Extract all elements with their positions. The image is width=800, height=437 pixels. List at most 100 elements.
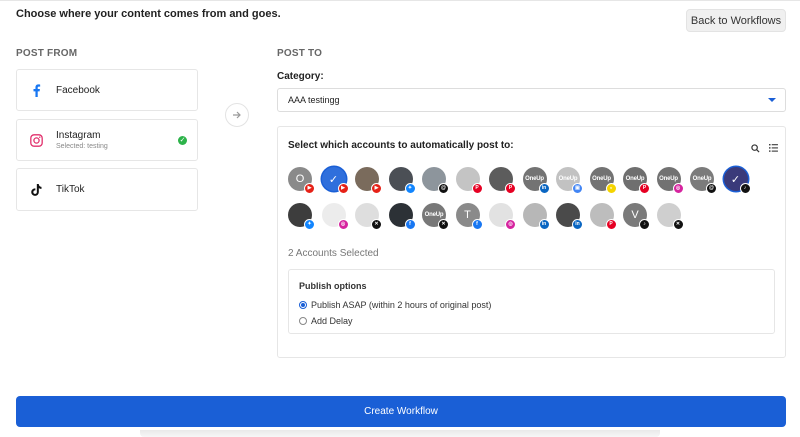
- account-initial: OneUp: [625, 176, 645, 182]
- page-instruction: Choose where your content comes from and…: [16, 8, 281, 20]
- threads-icon: @: [438, 183, 449, 194]
- facebook-icon: [29, 83, 43, 97]
- account-avatar[interactable]: P: [455, 167, 483, 194]
- account-initial: ✓: [730, 173, 741, 186]
- account-avatar[interactable]: in: [522, 203, 550, 230]
- account-initial: O: [295, 173, 305, 185]
- instagram-icon: ◎: [672, 183, 684, 194]
- account-avatar[interactable]: ◎: [489, 203, 516, 230]
- youtube-icon: ▶: [371, 183, 382, 194]
- gbusiness-icon: ▣: [572, 183, 583, 194]
- account-avatar[interactable]: Tf: [455, 203, 483, 230]
- account-avatar[interactable]: OneUp @: [690, 167, 717, 194]
- selected-count: 2 Accounts Selected: [288, 248, 379, 259]
- post-from-title: POST FROM: [16, 48, 78, 59]
- source-instagram[interactable]: Instagram Selected: testing ✓: [16, 119, 198, 161]
- account-initial: OneUp: [592, 176, 611, 182]
- account-initial: OneUp: [525, 176, 544, 182]
- account-avatar[interactable]: O ▶: [288, 167, 315, 194]
- search-icon[interactable]: [750, 143, 760, 153]
- tiktok-icon: ♪: [739, 183, 751, 194]
- check-icon: ✓: [178, 136, 187, 145]
- accounts-panel: Select which accounts to automatically p…: [277, 126, 786, 358]
- youtube-icon: ▶: [337, 183, 349, 194]
- account-avatar[interactable]: ✕: [656, 203, 684, 230]
- post-to-title: POST TO: [277, 48, 323, 59]
- publish-options-box: Publish options Publish ASAP (within 2 h…: [288, 269, 775, 334]
- source-name: Instagram: [56, 130, 101, 141]
- bluesky-icon: ✦: [404, 183, 416, 194]
- pinterest-icon: P: [639, 183, 650, 194]
- account-avatar[interactable]: OneUp P: [623, 167, 650, 194]
- source-selected-account: Selected: testing: [56, 143, 108, 150]
- account-avatar[interactable]: OneUp in: [522, 167, 550, 194]
- threads-icon: @: [706, 183, 717, 194]
- source-name: Facebook: [56, 84, 100, 96]
- account-avatar[interactable]: f: [388, 203, 416, 230]
- accounts-title: Select which accounts to automatically p…: [288, 140, 514, 151]
- account-avatar[interactable]: ✓ ♪: [723, 167, 751, 194]
- category-label: Category:: [277, 71, 324, 82]
- radio-unselected[interactable]: [299, 317, 307, 325]
- account-initial: OneUp: [659, 176, 678, 182]
- account-avatar[interactable]: ✦: [288, 203, 315, 230]
- account-avatar[interactable]: ✕: [355, 203, 382, 230]
- source-name: TikTok: [56, 184, 85, 195]
- option-label: Publish ASAP (within 2 hours of original…: [311, 300, 492, 310]
- account-avatar[interactable]: OneUp ▣: [556, 167, 583, 194]
- pinterest-icon: P: [505, 183, 516, 194]
- list-view-icon[interactable]: [768, 143, 778, 153]
- account-avatar[interactable]: V ♪: [623, 203, 650, 230]
- pinterest-icon: P: [605, 219, 617, 230]
- account-avatar[interactable]: OneUp ✕: [422, 203, 449, 230]
- facebook-icon: f: [404, 219, 416, 230]
- account-avatar[interactable]: OneUp ◒: [589, 167, 617, 194]
- option-label: Add Delay: [311, 316, 353, 326]
- bottom-shadow: [140, 430, 660, 437]
- linkedin-icon: in: [538, 183, 550, 194]
- twitter-icon: ✕: [438, 219, 449, 230]
- account-avatar[interactable]: ✦: [388, 167, 416, 194]
- youtube-icon: ▶: [304, 183, 315, 194]
- tiktok-icon: ♪: [639, 219, 650, 230]
- linkedin-icon: in: [572, 219, 583, 230]
- account-initial: V: [631, 209, 639, 221]
- twitter-icon: ✕: [371, 219, 382, 230]
- category-select[interactable]: AAA testingg: [277, 88, 786, 112]
- bluesky-icon: ✦: [304, 219, 315, 230]
- account-initial: T: [464, 209, 471, 221]
- account-avatar[interactable]: ◎: [321, 203, 349, 230]
- pinterest-icon: P: [471, 183, 483, 194]
- arrow-right-icon: [225, 103, 249, 127]
- account-avatar[interactable]: ▶: [355, 167, 382, 194]
- account-initial: OneUp: [424, 212, 444, 218]
- instagram-icon: [29, 133, 43, 147]
- source-facebook[interactable]: Facebook: [16, 69, 198, 111]
- linkedin-icon: in: [538, 219, 550, 230]
- radio-selected[interactable]: [299, 301, 307, 309]
- account-avatar[interactable]: OneUp ◎: [656, 167, 684, 194]
- account-avatar[interactable]: ✓ ▶: [321, 167, 349, 194]
- twitter-icon: ✕: [672, 219, 684, 230]
- publish-asap-option[interactable]: Publish ASAP (within 2 hours of original…: [299, 300, 491, 310]
- account-initial: OneUp: [692, 176, 712, 182]
- facebook-icon: f: [471, 219, 483, 230]
- account-initial: OneUp: [558, 176, 578, 182]
- source-tiktok[interactable]: TikTok: [16, 168, 198, 211]
- chevron-down-icon: [768, 98, 776, 102]
- instagram-icon: ◎: [337, 219, 349, 230]
- tiktok-icon: [29, 183, 43, 197]
- account-avatar[interactable]: P: [489, 167, 516, 194]
- category-value: AAA testingg: [288, 95, 340, 105]
- account-avatar[interactable]: in: [556, 203, 583, 230]
- instagram-icon: ◎: [505, 219, 516, 230]
- account-initial: ✓: [328, 173, 339, 186]
- publish-options-title: Publish options: [299, 281, 367, 291]
- add-delay-option[interactable]: Add Delay: [299, 316, 353, 326]
- account-avatar[interactable]: @: [422, 167, 449, 194]
- create-workflow-button[interactable]: Create Workflow: [16, 396, 786, 427]
- top-divider: [0, 0, 800, 1]
- snapchat-icon: ◒: [605, 183, 617, 194]
- account-avatar[interactable]: P: [589, 203, 617, 230]
- back-to-workflows-button[interactable]: Back to Workflows: [686, 9, 786, 32]
